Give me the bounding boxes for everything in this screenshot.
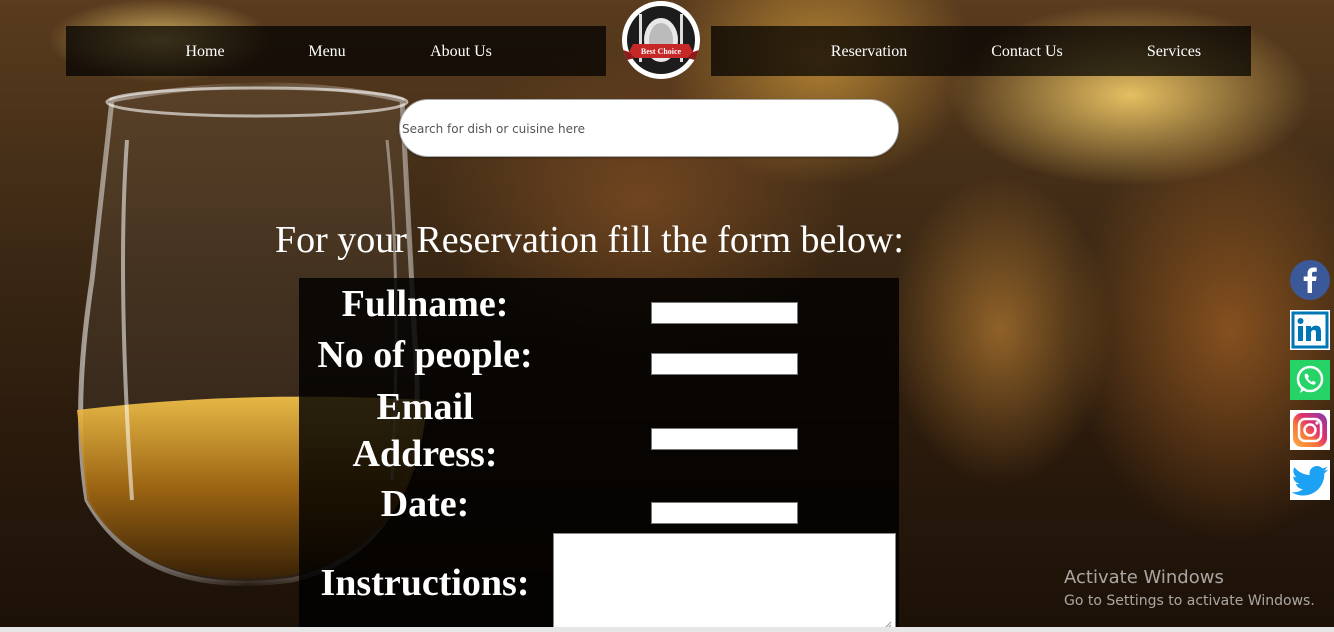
search-input[interactable] [402, 118, 882, 140]
linkedin-icon[interactable] [1290, 310, 1330, 350]
nav-link-menu[interactable]: Menu [308, 43, 345, 61]
email-field[interactable] [651, 428, 798, 450]
facebook-icon[interactable] [1290, 260, 1330, 300]
horizontal-scrollbar[interactable] [0, 627, 1334, 632]
best-choice-logo[interactable]: Best Choice [619, 0, 703, 80]
instructions-textarea[interactable] [553, 533, 896, 632]
whatsapp-icon[interactable] [1290, 360, 1330, 400]
activate-windows-title: Activate Windows [1064, 567, 1224, 588]
nav-link-reservation[interactable]: Reservation [831, 43, 907, 61]
email-label-line2: Address: [352, 433, 498, 475]
fullname-label: Fullname: [341, 283, 509, 325]
nav-link-home[interactable]: Home [185, 43, 224, 61]
activate-windows-subtitle: Go to Settings to activate Windows. [1064, 593, 1315, 609]
people-field[interactable] [651, 353, 798, 375]
fullname-field[interactable] [651, 302, 798, 324]
date-label: Date: [380, 483, 470, 525]
search-bar [399, 99, 899, 157]
svg-text:Best Choice: Best Choice [641, 47, 682, 56]
nav-link-about-us[interactable]: About Us [430, 43, 492, 61]
twitter-icon[interactable] [1290, 460, 1330, 500]
nav-link-contact-us[interactable]: Contact Us [991, 43, 1063, 61]
email-label-line1: Email [376, 386, 474, 428]
instructions-label: Instructions: [320, 562, 530, 604]
nav-link-services[interactable]: Services [1147, 43, 1201, 61]
instagram-icon[interactable] [1290, 410, 1330, 450]
date-field[interactable] [651, 502, 798, 524]
people-label: No of people: [317, 334, 533, 376]
reservation-heading: For your Reservation fill the form below… [275, 219, 904, 261]
